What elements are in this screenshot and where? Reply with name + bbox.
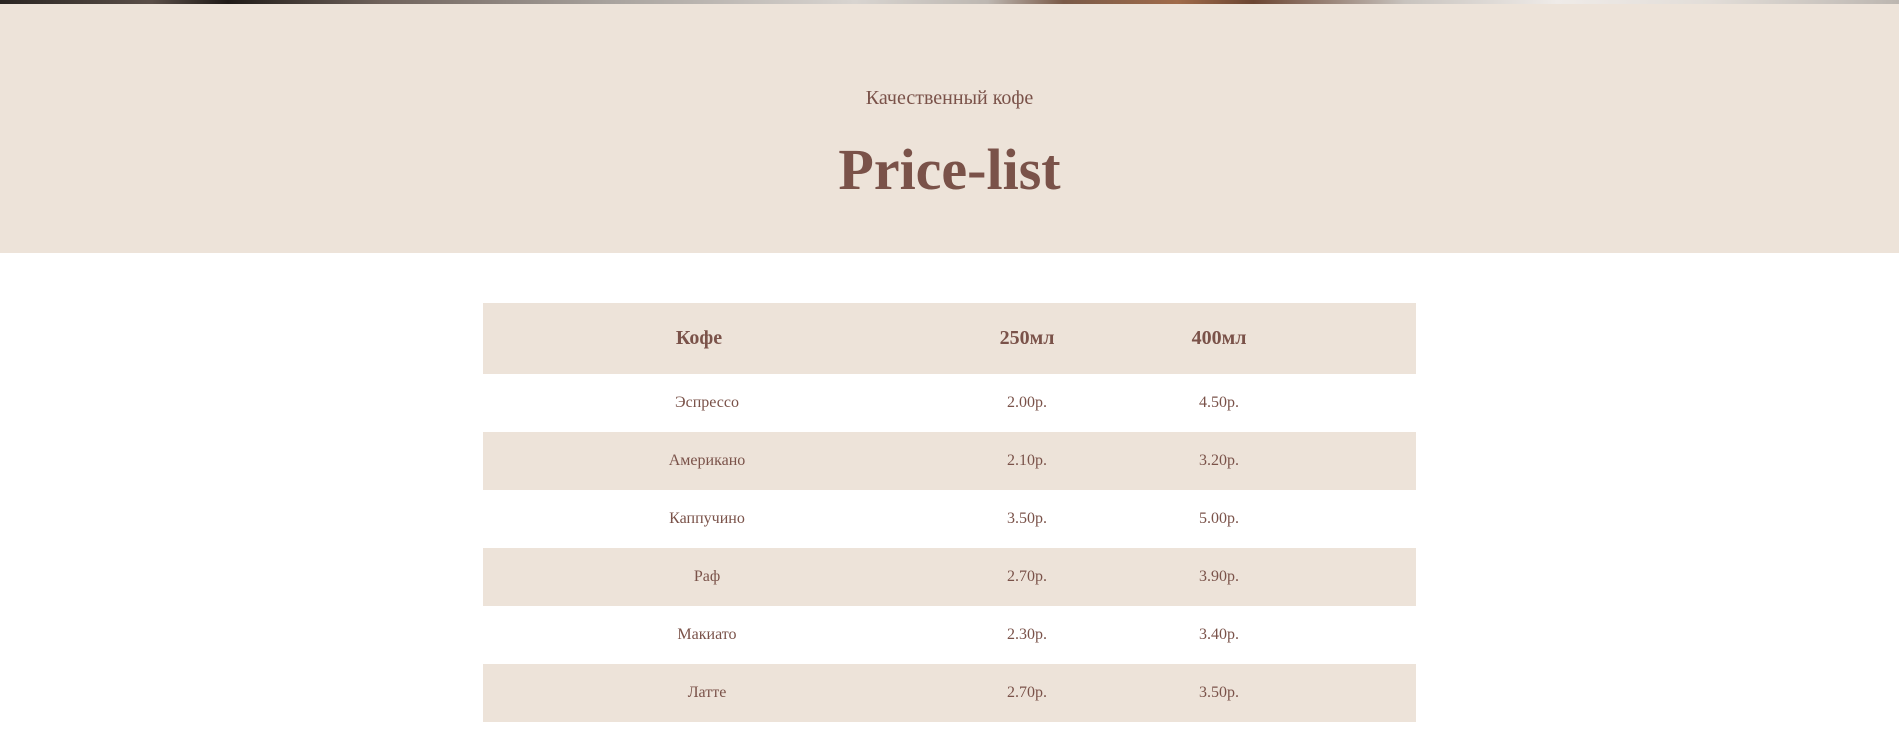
- price-250ml: 2.10р.: [1007, 452, 1047, 469]
- coffee-name: Латте: [687, 684, 727, 701]
- row-spacer: [1315, 664, 1416, 722]
- price-250ml: 2.30р.: [1007, 626, 1047, 643]
- price-250ml: 2.70р.: [1007, 568, 1047, 585]
- price-table-body: Эспрессо 2.00р. 4.50р. Американо 2.10р. …: [483, 374, 1416, 722]
- table-row: Американо 2.10р. 3.20р.: [483, 432, 1416, 490]
- column-header-coffee: Кофе: [675, 327, 723, 349]
- page-title: Price-list: [838, 137, 1061, 202]
- coffee-name: Макиато: [677, 626, 737, 643]
- column-header-250ml: 250мл: [999, 327, 1055, 349]
- row-spacer: [1315, 374, 1416, 432]
- table-row: Эспрессо 2.00р. 4.50р.: [483, 374, 1416, 432]
- column-header-spacer: [1315, 303, 1416, 374]
- price-list-header: Качественный кофе Price-list: [0, 4, 1899, 253]
- table-row: Латте 2.70р. 3.50р.: [483, 664, 1416, 722]
- row-spacer: [1315, 432, 1416, 490]
- price-400ml: 5.00р.: [1199, 510, 1239, 527]
- table-row: Макиато 2.30р. 3.40р.: [483, 606, 1416, 664]
- column-header-400ml: 400мл: [1191, 327, 1247, 349]
- table-header-row: Кофе 250мл 400мл: [483, 303, 1416, 374]
- price-250ml: 2.00р.: [1007, 394, 1047, 411]
- coffee-name: Раф: [693, 568, 721, 585]
- table-row: Раф 2.70р. 3.90р.: [483, 548, 1416, 606]
- row-spacer: [1315, 606, 1416, 664]
- price-400ml: 3.50р.: [1199, 684, 1239, 701]
- row-spacer: [1315, 490, 1416, 548]
- section-subtitle: Качественный кофе: [865, 87, 1034, 109]
- price-400ml: 4.50р.: [1199, 394, 1239, 411]
- coffee-name: Эспрессо: [675, 394, 739, 411]
- table-row: Каппучино 3.50р. 5.00р.: [483, 490, 1416, 548]
- price-table-header: Кофе 250мл 400мл: [483, 303, 1416, 374]
- coffee-name: Каппучино: [669, 510, 745, 527]
- price-table: Кофе 250мл 400мл Эспрессо 2.00р. 4.50р. …: [483, 303, 1416, 722]
- price-400ml: 3.90р.: [1199, 568, 1239, 585]
- row-spacer: [1315, 548, 1416, 606]
- coffee-name: Американо: [668, 452, 746, 469]
- price-250ml: 3.50р.: [1007, 510, 1047, 527]
- price-400ml: 3.40р.: [1199, 626, 1239, 643]
- price-400ml: 3.20р.: [1199, 452, 1239, 469]
- price-250ml: 2.70р.: [1007, 684, 1047, 701]
